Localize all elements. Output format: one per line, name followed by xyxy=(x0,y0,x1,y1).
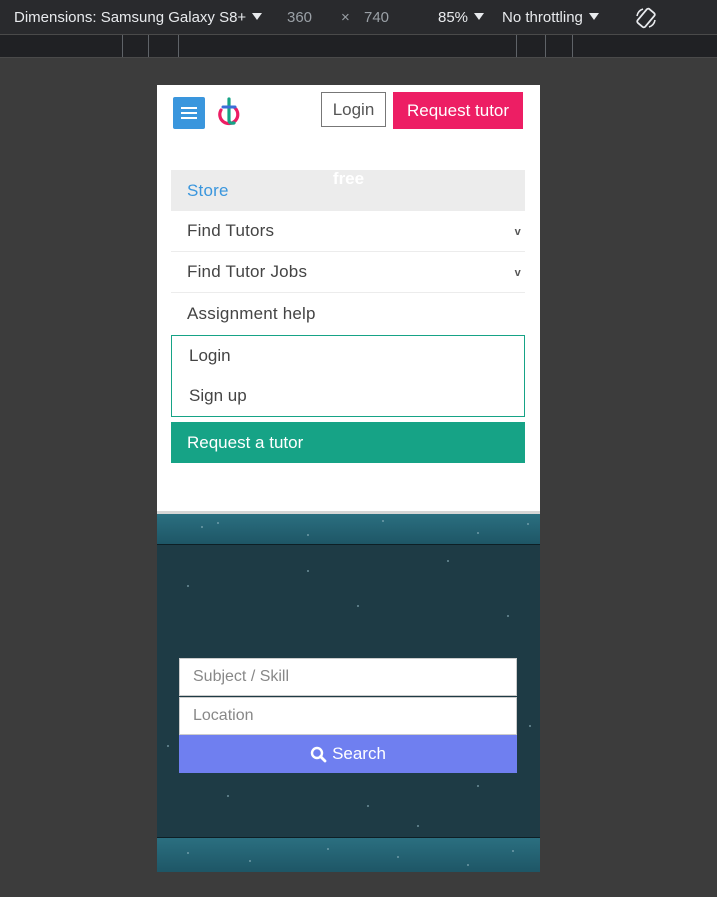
menu-item-assignment-help[interactable]: Assignment help xyxy=(171,293,525,334)
hero-background-top xyxy=(157,514,540,544)
menu-item-label: Find Tutors xyxy=(187,221,275,240)
request-tutor-button[interactable]: Request tutor xyxy=(393,92,523,129)
times-sign: × xyxy=(341,9,350,26)
hero-background-bottom xyxy=(157,838,540,872)
menu-item-find-tutors[interactable]: Find Tutors v xyxy=(171,211,525,252)
logo-icon[interactable] xyxy=(213,96,243,130)
throttling-value: No throttling xyxy=(502,9,583,26)
nav-menu: Store Find Tutors v Find Tutor Jobs v Assi… xyxy=(171,170,525,334)
throttling-select[interactable]: No throttling xyxy=(502,9,599,26)
location-input[interactable]: Location xyxy=(179,697,517,735)
request-a-tutor-button[interactable]: Request a tutor xyxy=(171,422,525,463)
menu-item-label: Find Tutor Jobs xyxy=(187,262,308,281)
chevron-down-icon xyxy=(252,12,263,20)
menu-item-find-tutor-jobs[interactable]: Find Tutor Jobs v xyxy=(171,252,525,293)
hero-title: Find online teachers and home tutors for… xyxy=(183,144,514,188)
chevron-down-icon xyxy=(474,12,485,20)
zoom-select[interactable]: 85% xyxy=(438,9,485,26)
search-icon xyxy=(310,746,327,762)
menu-item-login[interactable]: Login xyxy=(172,336,524,376)
subject-input[interactable]: Subject / Skill xyxy=(179,658,517,696)
hamburger-icon[interactable] xyxy=(173,97,205,129)
search-button[interactable]: Search xyxy=(179,735,517,773)
media-query-ruler xyxy=(0,35,717,58)
device-viewport: Login Request tutor Store Find Tutors v F… xyxy=(157,85,540,872)
height-input[interactable]: 740 xyxy=(364,9,389,26)
account-submenu: Login Sign up xyxy=(171,335,525,417)
width-input[interactable]: 360 xyxy=(287,9,312,26)
search-button-label: Search xyxy=(332,744,386,763)
device-label: Dimensions: Samsung Galaxy S8+ xyxy=(14,9,247,26)
device-dimensions-select[interactable]: Dimensions: Samsung Galaxy S8+ xyxy=(14,9,263,26)
zoom-value: 85% xyxy=(438,9,469,26)
menu-item-label: Assignment help xyxy=(187,303,316,323)
chevron-down-icon[interactable]: v xyxy=(515,267,521,279)
chevron-down-icon[interactable]: v xyxy=(515,226,521,238)
login-button[interactable]: Login xyxy=(321,92,386,127)
rotate-icon[interactable] xyxy=(634,6,658,30)
menu-item-sign-up[interactable]: Sign up xyxy=(172,376,524,416)
devtools-toolbar: Dimensions: Samsung Galaxy S8+ 360 × 740… xyxy=(0,0,717,35)
chevron-down-icon xyxy=(588,12,599,20)
